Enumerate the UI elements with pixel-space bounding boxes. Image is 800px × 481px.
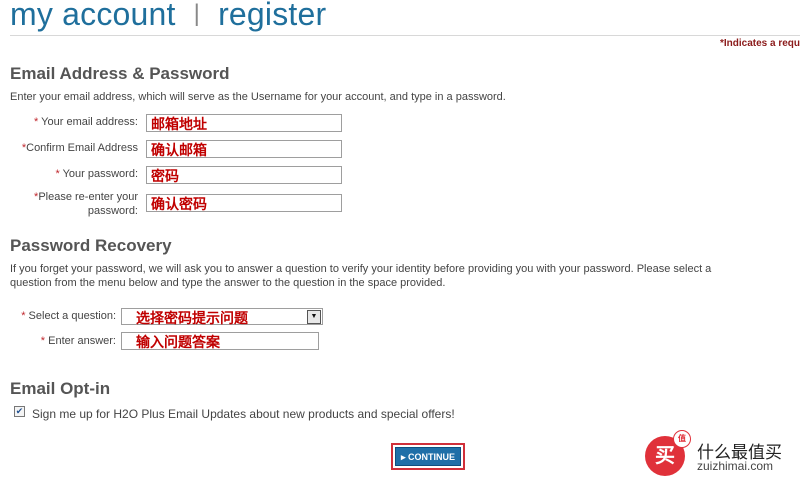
password-field-value: 密码 [151,168,179,184]
enter-answer-label: * Enter answer: [40,335,116,347]
watermark-badge: 值 [673,430,691,448]
email-field[interactable]: 邮箱地址 [146,114,342,132]
email-label: * Your email address: [34,116,138,128]
watermark-url: zuizhimai.com [697,459,774,473]
security-question-value: 选择密码提示问题 [136,310,248,326]
register-title: register [218,0,327,32]
recovery-section-description: If you forget your password, we will ask… [10,263,712,289]
reenter-password-field[interactable]: 确认密码 [146,194,342,212]
title-separator: | [193,0,201,27]
answer-field-value: 输入问题答案 [136,334,220,350]
email-field-value: 邮箱地址 [151,116,207,132]
select-question-label: * Select a question: [21,310,116,322]
optin-checkbox-label: Sign me up for H2O Plus Email Updates ab… [32,407,455,421]
email-section-heading: Email Address & Password [10,64,230,83]
answer-field[interactable]: 输入问题答案 [121,332,319,350]
checkmark-icon: ✔ [15,406,24,416]
required-note: *Indicates a requ [719,38,800,49]
reenter-password-label: *Please re-enter your password: [34,191,138,217]
recovery-section-heading: Password Recovery [10,236,172,255]
watermark-logo: 买 值 [645,430,691,476]
page-title: my account | register [10,0,326,33]
email-section-description: Enter your email address, which will ser… [10,91,506,103]
optin-checkbox[interactable]: ✔ [14,406,25,417]
password-field[interactable]: 密码 [146,166,342,184]
continue-button[interactable]: ▸ CONTINUE [395,447,461,466]
chevron-down-icon[interactable]: ▼ [307,310,321,324]
confirm-email-field[interactable]: 确认邮箱 [146,140,342,158]
confirm-email-label: *Confirm Email Address [21,142,138,154]
security-question-select[interactable]: 选择密码提示问题 ▼ [121,308,323,326]
header-divider [10,35,800,36]
confirm-email-field-value: 确认邮箱 [151,142,207,158]
continue-button-highlight: ▸ CONTINUE [391,443,465,470]
reenter-password-field-value: 确认密码 [151,196,207,212]
password-label: * Your password: [55,168,138,180]
optin-section-heading: Email Opt-in [10,379,111,398]
my-account-link[interactable]: my account [10,0,176,32]
